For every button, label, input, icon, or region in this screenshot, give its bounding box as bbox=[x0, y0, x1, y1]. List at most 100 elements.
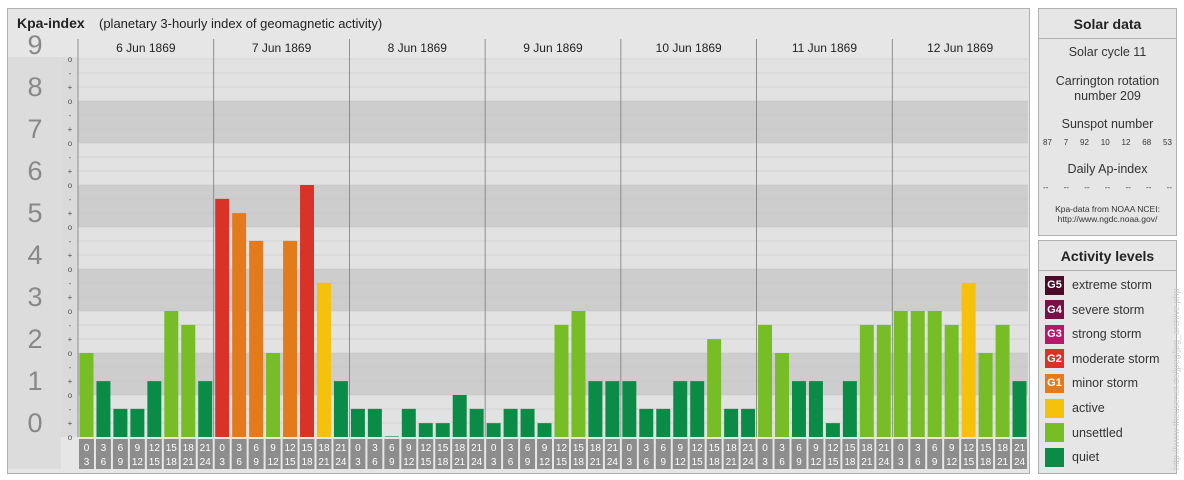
interval-start-label: 12 bbox=[420, 443, 432, 454]
activity-levels-panel: Activity levels G5 extreme storm G4 severe … bbox=[1038, 240, 1177, 474]
interval-end-label: 9 bbox=[525, 457, 531, 468]
sunspot-values: 87 7 92 10 12 68 53 bbox=[1043, 138, 1172, 147]
kp-bar bbox=[96, 381, 111, 437]
interval-start-label: 15 bbox=[980, 443, 992, 454]
interval-start-label: 12 bbox=[556, 443, 568, 454]
interval-start-label: 12 bbox=[827, 443, 839, 454]
kp-bar bbox=[317, 282, 331, 437]
activity-level-swatch bbox=[1045, 398, 1064, 418]
interval-start-label: 3 bbox=[236, 443, 242, 454]
sunspot-value: 7 bbox=[1063, 138, 1069, 147]
interval-start-label: 3 bbox=[508, 443, 514, 454]
kp-bar bbox=[333, 381, 348, 437]
kp-bar bbox=[792, 381, 806, 437]
interval-end-label: 24 bbox=[878, 457, 890, 468]
y-minor-label: o bbox=[68, 181, 73, 190]
day-label: 10 Jun 1869 bbox=[656, 41, 722, 55]
interval-end-label: 24 bbox=[743, 457, 755, 468]
y-minor-label: - bbox=[69, 69, 72, 78]
kp-bar bbox=[944, 324, 959, 437]
solar-cycle: Solar cycle 11 bbox=[1068, 45, 1147, 59]
interval-end-label: 18 bbox=[844, 457, 856, 468]
carrington-line2: number 209 bbox=[1074, 89, 1141, 103]
interval-end-label: 21 bbox=[183, 457, 195, 468]
interval-start-label: 0 bbox=[84, 443, 90, 454]
y-minor-label: + bbox=[68, 125, 73, 134]
interval-start-label: 15 bbox=[437, 443, 449, 454]
activity-level-row: unsettled bbox=[1045, 423, 1123, 443]
interval-end-label: 21 bbox=[726, 457, 738, 468]
interval-end-label: 15 bbox=[420, 457, 432, 468]
interval-end-label: 24 bbox=[335, 457, 347, 468]
ap-label: Daily Ap-index bbox=[1067, 162, 1148, 176]
kp-bar bbox=[283, 240, 298, 437]
interval-end-label: 3 bbox=[84, 457, 90, 468]
interval-end-label: 6 bbox=[508, 457, 514, 468]
y-tick-label: 1 bbox=[27, 366, 42, 396]
sunspot-value: 53 bbox=[1163, 138, 1172, 147]
interval-end-label: 9 bbox=[253, 457, 259, 468]
interval-end-label: 21 bbox=[454, 457, 466, 468]
interval-end-label: 21 bbox=[861, 457, 873, 468]
activity-level-label: strong storm bbox=[1072, 327, 1142, 342]
interval-end-label: 15 bbox=[556, 457, 568, 468]
kp-bar bbox=[707, 339, 722, 437]
interval-start-label: 9 bbox=[270, 443, 276, 454]
sunspot-value: 10 bbox=[1100, 138, 1110, 147]
interval-end-label: 3 bbox=[762, 457, 768, 468]
interval-end-label: 12 bbox=[132, 457, 144, 468]
activity-level-label: severe storm bbox=[1072, 302, 1145, 317]
activity-level-label: minor storm bbox=[1072, 376, 1138, 391]
kp-bar bbox=[605, 381, 620, 437]
kp-bar bbox=[350, 408, 365, 437]
sunspot-value: 68 bbox=[1142, 138, 1152, 147]
interval-start-label: 9 bbox=[677, 443, 683, 454]
kp-bar bbox=[961, 282, 976, 437]
interval-end-label: 21 bbox=[318, 457, 330, 468]
activity-level-swatch: G1 bbox=[1045, 373, 1064, 393]
y-minor-label: + bbox=[68, 335, 73, 344]
kp-bar bbox=[266, 353, 281, 437]
y-tick-label: 2 bbox=[27, 324, 42, 354]
day-label: 8 Jun 1869 bbox=[388, 41, 448, 55]
sunspot-label: Sunspot number bbox=[1061, 117, 1154, 131]
interval-start-label: 3 bbox=[372, 443, 378, 454]
y-minor-label: o bbox=[68, 97, 73, 106]
y-tick-label: 6 bbox=[27, 156, 42, 186]
kp-bar bbox=[775, 353, 789, 437]
interval-start-label: 0 bbox=[627, 443, 633, 454]
kp-bar bbox=[249, 240, 264, 437]
interval-end-label: 9 bbox=[796, 457, 802, 468]
interval-start-label: 21 bbox=[200, 443, 212, 454]
interval-end-label: 24 bbox=[607, 457, 619, 468]
interval-start-label: 18 bbox=[590, 443, 602, 454]
kp-bar bbox=[978, 353, 993, 437]
interval-start-label: 0 bbox=[219, 443, 225, 454]
y-tick-label: 0 bbox=[27, 408, 42, 438]
interval-start-label: 21 bbox=[335, 443, 347, 454]
kp-bar bbox=[825, 423, 840, 437]
interval-start-label: 21 bbox=[607, 443, 619, 454]
kp-bar bbox=[503, 408, 518, 437]
solar-data-panel: Solar data Solar cycle 11 Carrington rot… bbox=[1038, 8, 1177, 236]
ap-value: -- bbox=[1043, 183, 1049, 192]
kp-bar bbox=[842, 381, 857, 437]
interval-start-label: 6 bbox=[932, 443, 938, 454]
day-label: 12 Jun 1869 bbox=[927, 41, 993, 55]
y-minor-label: + bbox=[68, 167, 73, 176]
interval-end-label: 6 bbox=[372, 457, 378, 468]
interval-start-label: 21 bbox=[471, 443, 483, 454]
interval-end-label: 15 bbox=[149, 457, 161, 468]
kpa-bar-chart: 6 Jun 1869 7 Jun 1869 8 Jun 1869 9 Jun 1869… bbox=[8, 30, 1028, 469]
ap-value: -- bbox=[1084, 183, 1090, 192]
kp-bar bbox=[232, 213, 247, 437]
kp-bar bbox=[215, 198, 230, 437]
kp-bar bbox=[571, 311, 586, 437]
y-minor-label: o bbox=[68, 223, 73, 232]
kp-bar bbox=[384, 436, 399, 437]
y-minor-label: + bbox=[68, 293, 73, 302]
y-minor-label: + bbox=[68, 83, 73, 92]
interval-end-label: 18 bbox=[166, 457, 178, 468]
interval-end-label: 3 bbox=[355, 457, 361, 468]
activity-level-swatch bbox=[1045, 423, 1064, 443]
